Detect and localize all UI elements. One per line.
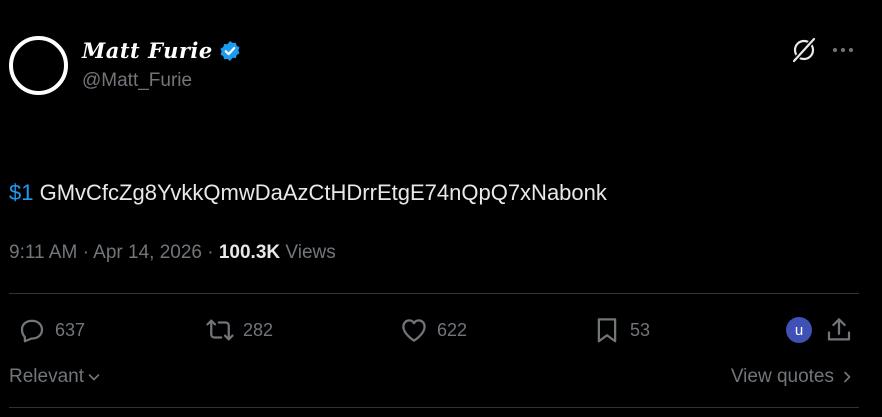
tweet-text: $1 GMvCfcZg8YvkkQmwDaAzCtHDrrEtgE74nQpQ7… <box>9 180 607 206</box>
bookmark-button[interactable]: 53 <box>592 312 650 348</box>
more-icon[interactable] <box>832 45 854 55</box>
grok-icon[interactable] <box>791 37 817 63</box>
like-icon <box>402 319 426 342</box>
verified-badge-icon[interactable] <box>219 40 241 62</box>
reply-button[interactable]: 637 <box>17 312 85 348</box>
chevron-right-icon <box>844 371 851 383</box>
cashtag-link[interactable]: $1 <box>9 180 33 205</box>
view-quotes-link[interactable]: View quotes <box>731 366 854 388</box>
like-button[interactable]: 622 <box>399 312 467 348</box>
repost-button[interactable]: 282 <box>205 312 273 348</box>
author-handle[interactable]: @Matt_Furie <box>82 70 192 92</box>
author-display-name[interactable]: Matt Furie <box>82 38 213 63</box>
chevron-down-icon <box>88 374 100 381</box>
tweet-date[interactable]: Apr 14, 2026 <box>93 242 202 263</box>
meta-separator: · <box>77 242 94 263</box>
view-quotes-label: View quotes <box>730 366 834 387</box>
tweet-body: GMvCfcZg8YvkkQmwDaAzCtHDrrEtgE74nQpQ7xNa… <box>33 180 607 205</box>
tweet-time[interactable]: 9:11 AM <box>9 242 77 263</box>
divider <box>9 293 859 294</box>
reply-icon <box>20 319 44 343</box>
meta-separator: · <box>201 242 219 263</box>
author-name-row: Matt Furie <box>82 38 241 63</box>
reply-count: 637 <box>55 319 86 340</box>
views-label: Views <box>280 242 336 263</box>
user-badge-avatar[interactable]: u <box>786 317 812 343</box>
divider <box>9 407 859 408</box>
views-count: 100.3K <box>218 242 281 263</box>
share-icon[interactable] <box>824 315 854 345</box>
tweet-meta: 9:11 AM · Apr 14, 2026 · 100.3K Views <box>9 242 336 264</box>
action-bar: 637 282 622 53 u <box>9 312 859 348</box>
avatar[interactable] <box>9 36 68 95</box>
like-count: 622 <box>437 319 468 340</box>
sort-label: Relevant <box>9 366 84 387</box>
bookmark-count: 53 <box>630 319 651 340</box>
repost-count: 282 <box>243 319 274 340</box>
sort-dropdown[interactable]: Relevant <box>9 366 101 388</box>
bookmark-icon <box>597 318 617 343</box>
repost-icon <box>206 319 234 341</box>
